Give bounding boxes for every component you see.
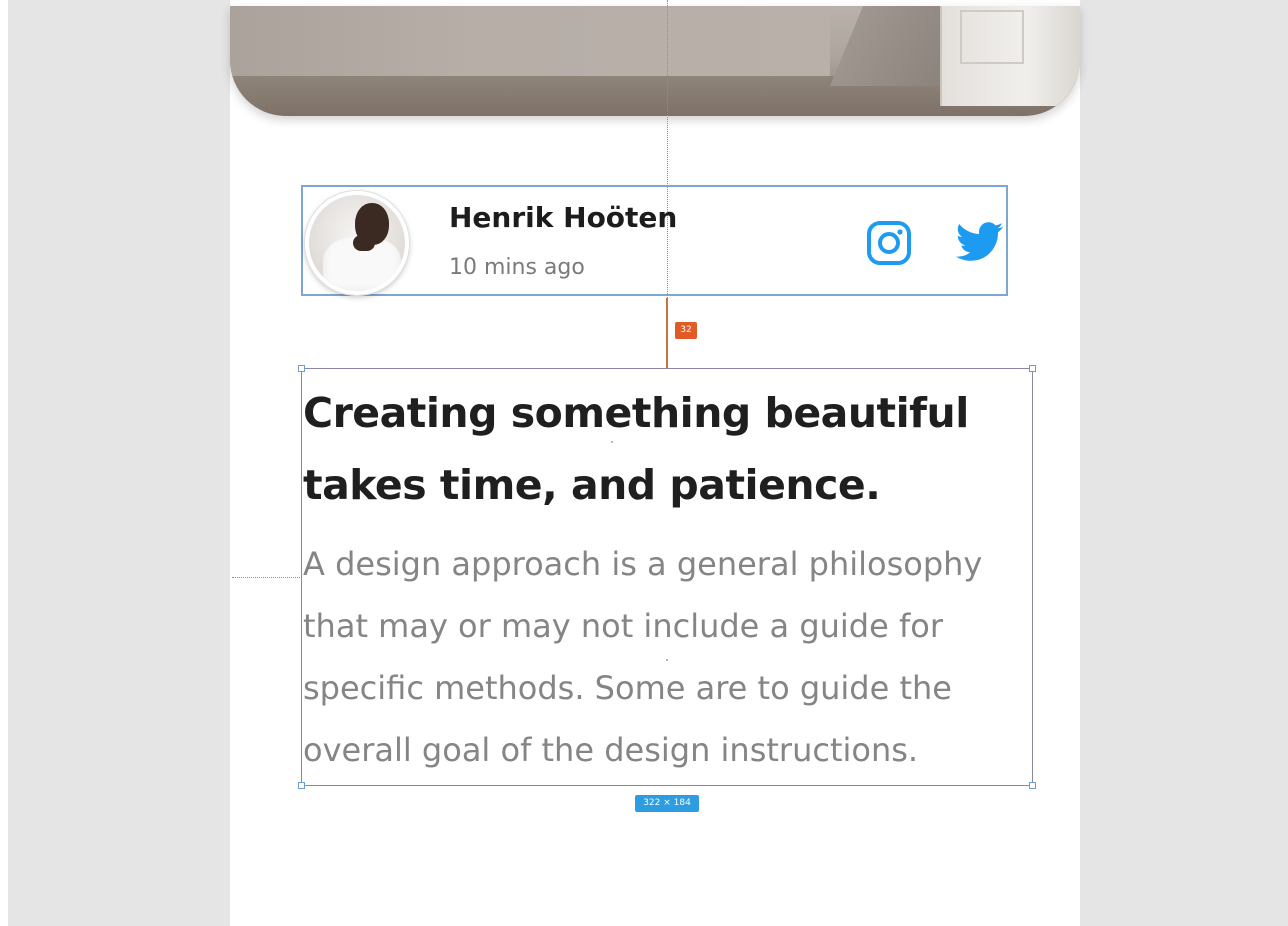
spacing-badge: 32: [675, 322, 697, 339]
article-title: Creating something beautiful takes time,…: [303, 389, 969, 509]
instagram-icon[interactable]: [866, 220, 912, 266]
center-marker: [666, 659, 668, 661]
horizontal-guide-line: [232, 577, 302, 578]
size-badge: 322 × 184: [635, 795, 699, 812]
spacing-indicator-line: [666, 298, 668, 369]
avatar[interactable]: [305, 191, 409, 295]
resize-handle-bottom-left[interactable]: [298, 782, 305, 789]
post-time: 10 mins ago: [449, 255, 585, 280]
article-body: A design approach is a general philosoph…: [303, 545, 983, 769]
resize-handle-top-left[interactable]: [298, 365, 305, 372]
author-name: Henrik Hoöten: [449, 201, 678, 234]
hero-image: [230, 6, 1080, 116]
resize-handle-top-right[interactable]: [1029, 365, 1036, 372]
resize-handle-bottom-right[interactable]: [1029, 782, 1036, 789]
twitter-icon[interactable]: [956, 222, 1004, 262]
center-marker: [611, 441, 613, 443]
